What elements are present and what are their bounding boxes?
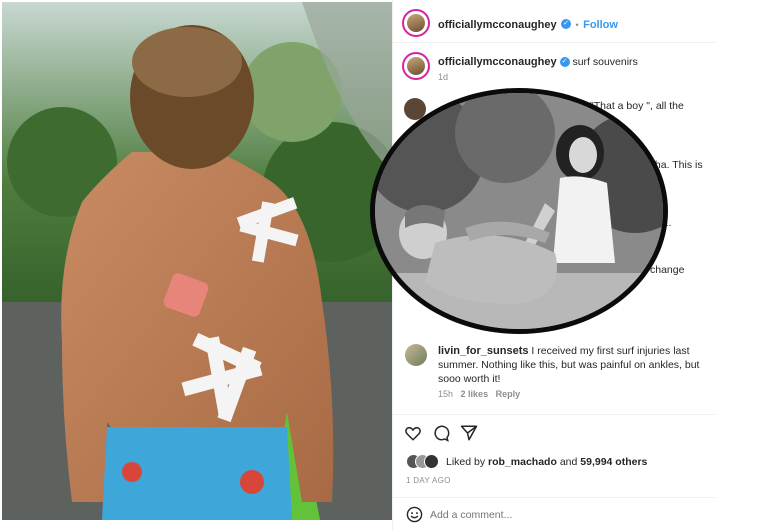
- add-comment-input[interactable]: [430, 507, 700, 523]
- likes-summary: Liked by rob_machado and 59,994 others: [446, 455, 647, 469]
- emoji-icon[interactable]: [406, 506, 423, 523]
- commenter-avatar[interactable]: [405, 344, 427, 366]
- caption-text: surf souvenirs: [572, 56, 638, 68]
- follow-button[interactable]: Follow: [583, 19, 618, 31]
- verified-badge-icon: ✓: [561, 18, 572, 29]
- likes-user[interactable]: rob_machado: [488, 456, 557, 468]
- comment-age: 15h: [438, 389, 454, 399]
- inset-photo: [370, 88, 668, 334]
- comment-fragment: change: [650, 264, 685, 276]
- caption-avatar[interactable]: [402, 52, 430, 80]
- header-separator: •: [575, 20, 579, 30]
- actions-divider: [393, 414, 715, 415]
- comment-likes[interactable]: 2 likes: [461, 389, 489, 399]
- comment-icon[interactable]: [432, 424, 450, 442]
- heart-icon[interactable]: [404, 424, 422, 442]
- post-photo-illustration: [2, 2, 392, 520]
- header-username[interactable]: officiallymcconaughey: [438, 19, 557, 31]
- caption-username[interactable]: officiallymcconaughey: [438, 56, 557, 68]
- post-photo[interactable]: [2, 2, 392, 520]
- likes-count[interactable]: 59,994 others: [580, 456, 647, 468]
- comment-body: livin_for_sunsets I received my first su…: [438, 344, 706, 386]
- liked-by-avatars[interactable]: [406, 454, 440, 469]
- likes-prefix: Liked by: [446, 456, 486, 468]
- comment-meta: 15h 2 likes Reply: [438, 389, 520, 399]
- reply-button[interactable]: Reply: [496, 389, 521, 399]
- header-avatar[interactable]: [402, 9, 430, 37]
- caption: officiallymcconaughey ✓ surf souvenirs: [438, 55, 638, 69]
- share-icon[interactable]: [460, 424, 478, 442]
- post-timestamp: 1 DAY AGO: [406, 476, 451, 485]
- commenter-username[interactable]: livin_for_sunsets: [438, 345, 528, 357]
- header-divider: [393, 42, 715, 43]
- comment-input-divider: [393, 497, 715, 498]
- post-header: officiallymcconaughey ✓ • Follow: [438, 15, 618, 33]
- caption-age: 1d: [438, 72, 449, 82]
- inset-photo-illustration: [375, 93, 663, 329]
- likes-and: and: [559, 456, 578, 468]
- verified-badge-icon: ✓: [559, 57, 570, 68]
